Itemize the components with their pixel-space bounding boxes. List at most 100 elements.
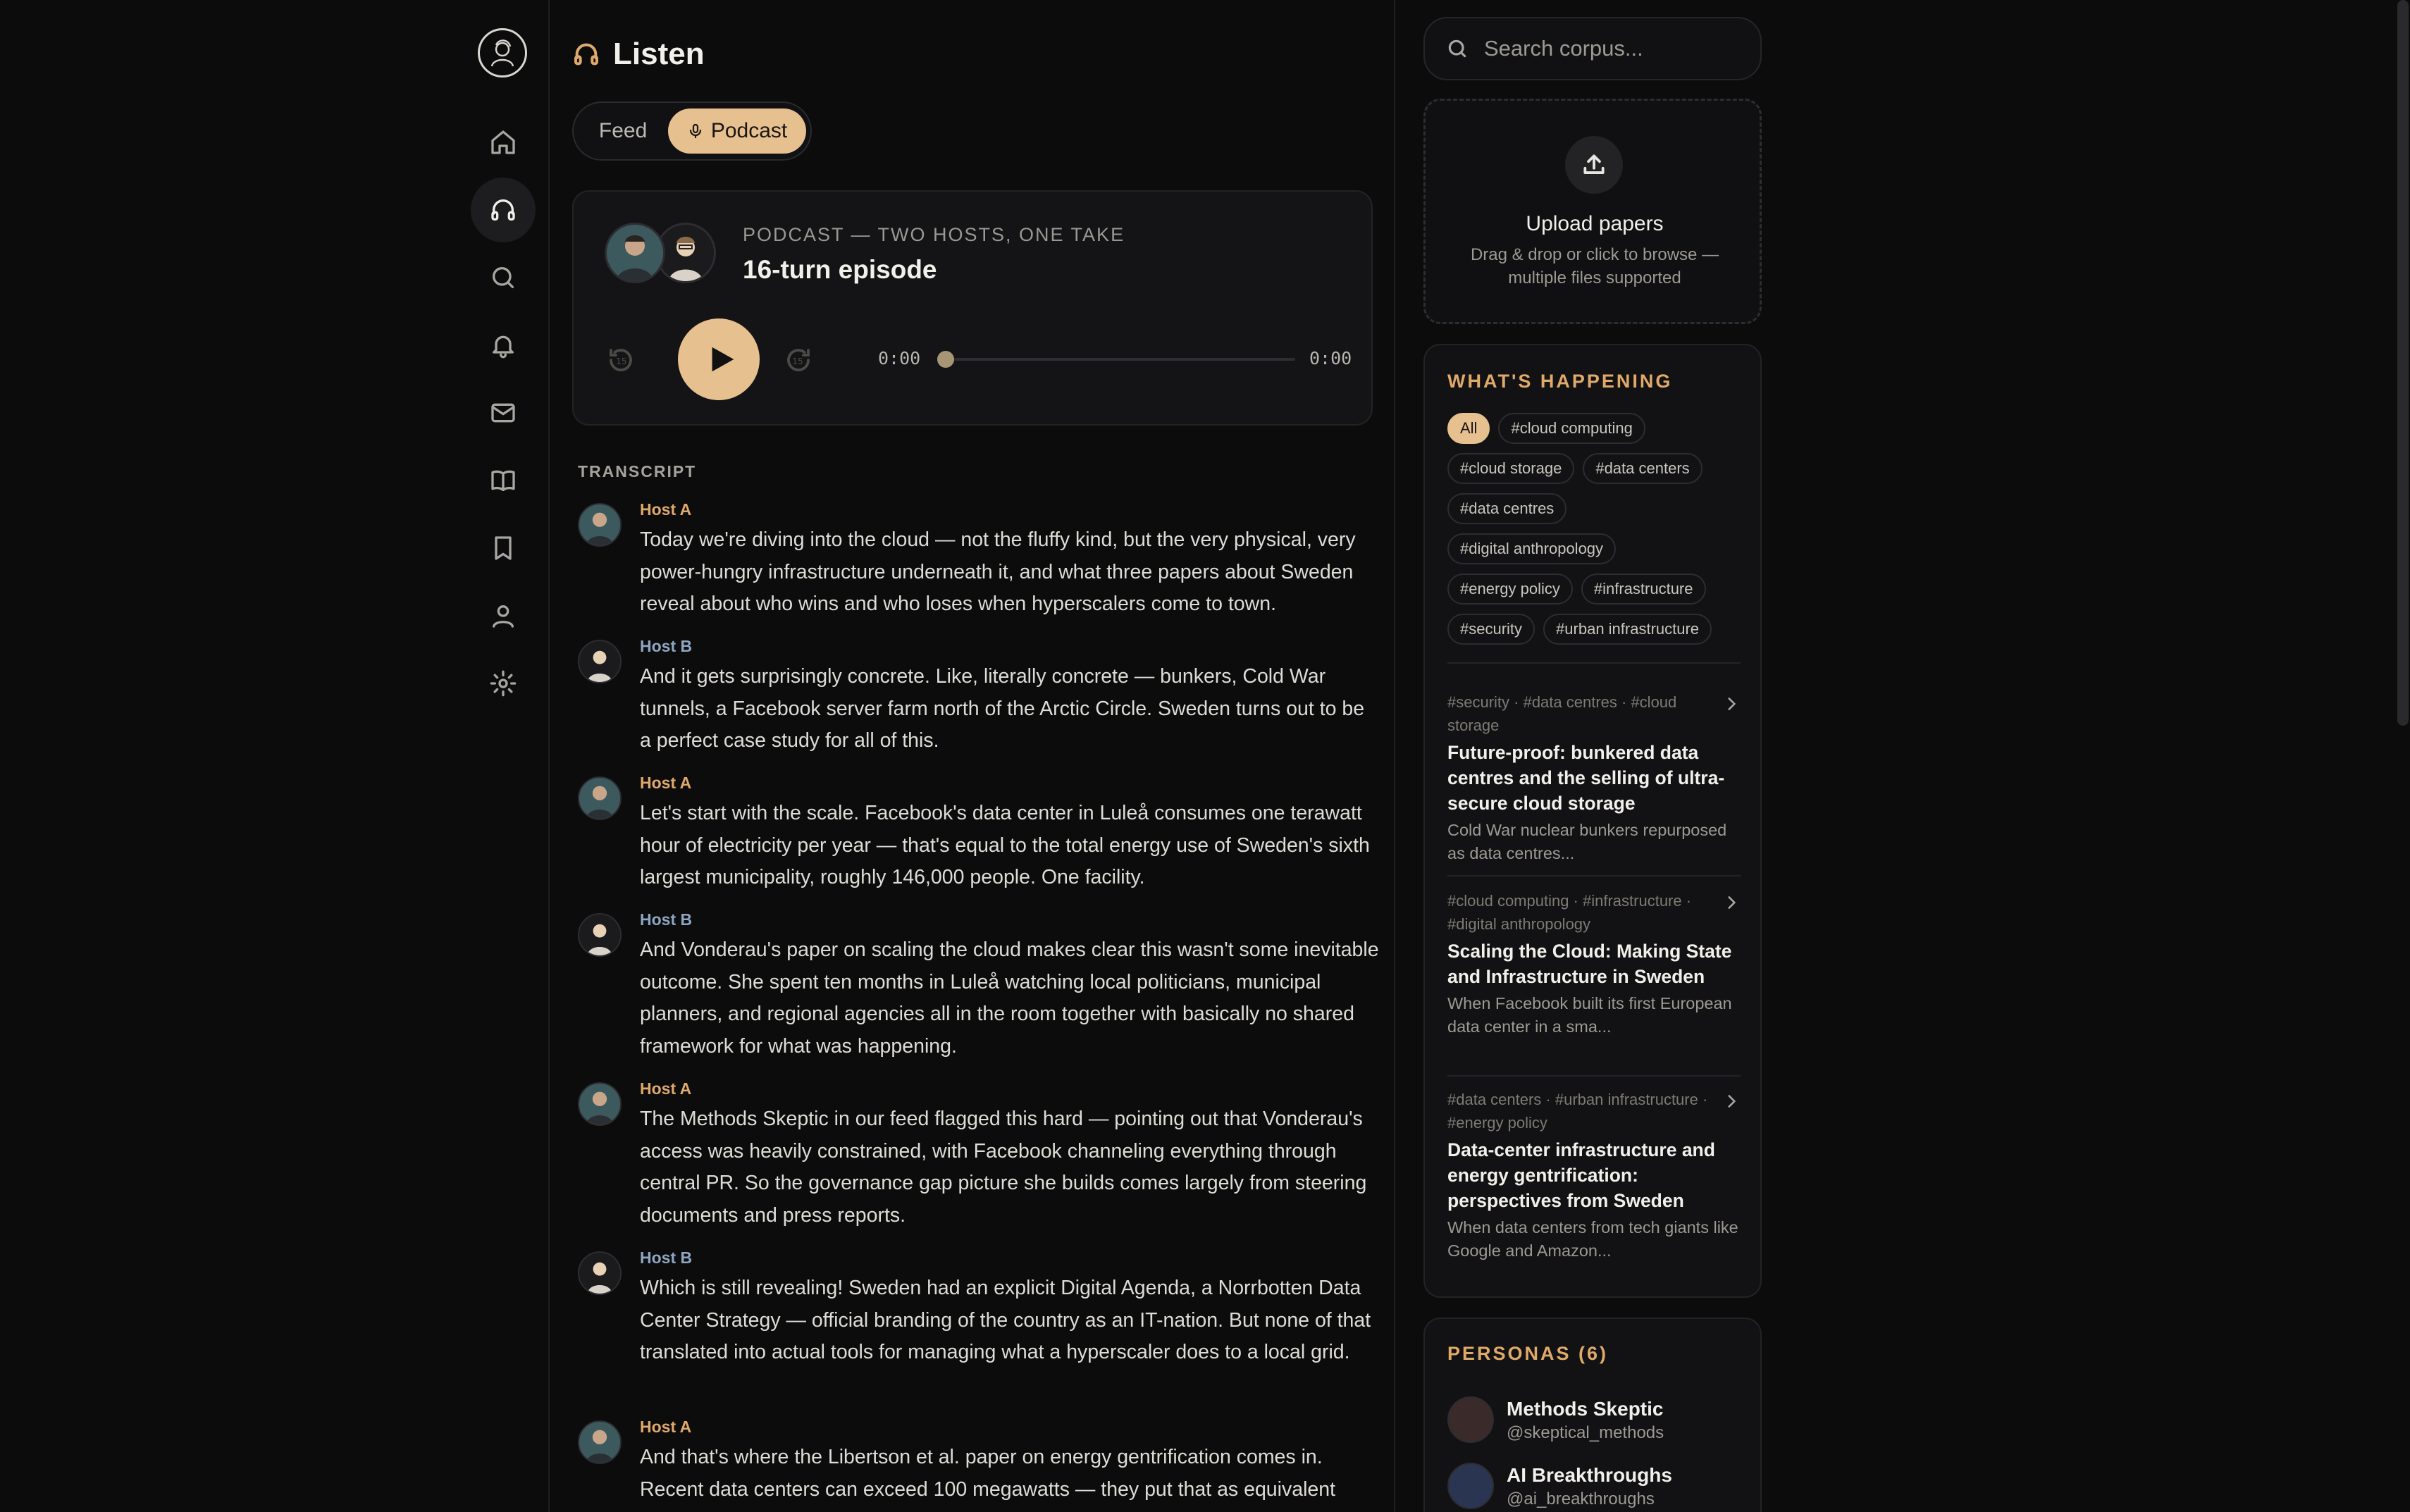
search-icon xyxy=(1448,39,1466,58)
forward-15-button[interactable]: 15 xyxy=(784,345,813,375)
podcast-label: PODCAST — TWO HOSTS, ONE TAKE xyxy=(743,224,1125,245)
host-avatars xyxy=(605,223,724,286)
persona-avatar xyxy=(1447,1463,1494,1509)
host-b-avatar xyxy=(578,913,622,957)
turn-text: Which is still revealing! Sweden had an … xyxy=(640,1277,1371,1363)
persona-item[interactable]: Methods Skeptic @skeptical_methods xyxy=(1447,1396,1743,1446)
story-title: Scaling the Cloud: Making State and Infr… xyxy=(1447,941,1732,987)
gear-icon xyxy=(490,670,517,697)
forward-15-icon: 15 xyxy=(787,349,810,371)
divider xyxy=(1447,875,1741,876)
turn-text: Let's start with the scale. Facebook's d… xyxy=(640,802,1370,888)
chevron-right-icon xyxy=(1728,896,1736,909)
headphones-icon xyxy=(491,199,515,221)
speaker-name: Host B xyxy=(640,1248,693,1267)
left-nav xyxy=(471,0,550,1512)
host-b-avatar xyxy=(578,1251,622,1295)
tag-filter[interactable]: #cloud storage xyxy=(1447,453,1575,484)
tag-row: #energy policy #infrastructure xyxy=(1447,574,1706,605)
nav-search[interactable] xyxy=(471,245,536,310)
podcast-title: 16-turn episode xyxy=(743,255,937,284)
tag-filter[interactable]: #digital anthropology xyxy=(1447,533,1617,564)
play-button[interactable] xyxy=(678,318,760,400)
tag-filter[interactable]: #urban infrastructure xyxy=(1543,614,1712,645)
story-item[interactable]: #cloud computing · #infrastructure · #di… xyxy=(1447,889,1741,1039)
turn-text: And Vonderau's paper on scaling the clou… xyxy=(640,938,1379,1058)
speaker-name: Host B xyxy=(640,637,693,655)
tag-filter[interactable]: #cloud computing xyxy=(1498,413,1645,444)
host-a-avatar xyxy=(578,1082,622,1126)
progress-thumb[interactable] xyxy=(937,351,954,368)
host-a-avatar xyxy=(578,776,622,820)
app-logo[interactable] xyxy=(478,28,527,78)
tag-filter-all[interactable]: All xyxy=(1447,413,1490,444)
transcript-label: TRANSCRIPT xyxy=(578,462,697,481)
user-icon xyxy=(493,605,514,628)
tag-filter[interactable]: #data centers xyxy=(1583,453,1703,484)
host-b-avatar xyxy=(578,640,622,683)
rewind-15-button[interactable]: 15 xyxy=(606,345,636,375)
upload-icon xyxy=(1583,154,1605,174)
story-tags: #data centers · #urban infrastructure · … xyxy=(1447,1091,1708,1132)
personas-panel: PERSONAS (6) Methods Skeptic @skeptical_… xyxy=(1423,1318,1762,1512)
nav-settings[interactable] xyxy=(471,651,536,716)
speaker-name: Host A xyxy=(640,1418,692,1436)
svg-text:15: 15 xyxy=(792,357,803,366)
story-tags: #security · #data centres · #cloud stora… xyxy=(1447,693,1677,734)
nav-profile[interactable] xyxy=(471,583,536,648)
bookmark-icon xyxy=(495,536,512,560)
nav-notifications[interactable] xyxy=(471,313,536,378)
upload-dropzone[interactable]: Upload papers Drag & drop or click to br… xyxy=(1423,99,1762,324)
story-item[interactable]: #security · #data centres · #cloud stora… xyxy=(1447,690,1741,865)
speaker-name: Host A xyxy=(640,774,692,792)
progress-track[interactable] xyxy=(937,351,1295,368)
story-title: Future-proof: bunkered data centres and … xyxy=(1447,742,1725,814)
story-description: When Facebook built its first European d… xyxy=(1447,994,1732,1036)
nav-library[interactable] xyxy=(471,448,536,513)
bell-icon xyxy=(493,335,514,359)
view-tabs: Feed Podcast xyxy=(572,101,812,161)
home-icon xyxy=(491,130,515,154)
right-sidebar: Upload papers Drag & drop or click to br… xyxy=(1423,0,1762,1512)
speaker-name: Host A xyxy=(640,1079,692,1098)
tag-filter[interactable]: #security xyxy=(1447,614,1535,645)
tab-feed[interactable]: Feed xyxy=(578,109,668,154)
tag-row: #security #urban infrastructure xyxy=(1447,614,1712,645)
upload-description: Drag & drop or click to browse — multipl… xyxy=(1470,245,1719,287)
page-scrollbar[interactable] xyxy=(2397,0,2409,726)
tag-filter[interactable]: #data centres xyxy=(1447,493,1567,524)
persona-handle: @skeptical_methods xyxy=(1507,1423,1664,1442)
tab-podcast-label: Podcast xyxy=(710,119,788,142)
nav-listen[interactable] xyxy=(471,178,536,242)
persona-avatar xyxy=(1447,1396,1494,1443)
tab-podcast[interactable]: Podcast xyxy=(668,109,806,154)
svg-text:15: 15 xyxy=(616,357,627,366)
nav-messages[interactable] xyxy=(471,380,536,445)
turn-text: And it gets surprisingly concrete. Like,… xyxy=(640,665,1365,752)
story-description: When data centers from tech giants like … xyxy=(1447,1218,1738,1260)
story-title: Data-center infrastructure and energy ge… xyxy=(1447,1139,1715,1211)
divider xyxy=(1447,1075,1741,1077)
page-title: Listen xyxy=(572,37,705,72)
story-item[interactable]: #data centers · #urban infrastructure · … xyxy=(1447,1088,1741,1263)
divider xyxy=(1447,662,1741,664)
search-input[interactable] xyxy=(1484,36,1738,61)
mail-icon xyxy=(491,403,515,423)
corpus-search xyxy=(1423,17,1762,80)
tag-filter[interactable]: #infrastructure xyxy=(1581,574,1706,605)
chevron-right-icon xyxy=(1728,698,1736,710)
tag-filter[interactable]: #energy policy xyxy=(1447,574,1573,605)
headphones-icon xyxy=(574,43,598,66)
play-icon xyxy=(712,347,734,372)
chevron-right-icon xyxy=(1728,1095,1736,1108)
nav-bookmarks[interactable] xyxy=(471,516,536,581)
main-column: Listen Feed Podcast PODCAST — TWO HOSTS,… xyxy=(550,0,1395,1512)
podcast-player-card: PODCAST — TWO HOSTS, ONE TAKE 16-turn ep… xyxy=(572,190,1373,426)
portrait-logo-icon xyxy=(490,39,514,67)
tag-row: #digital anthropology xyxy=(1447,533,1617,564)
nav-home[interactable] xyxy=(471,110,536,175)
persona-name: AI Breakthroughs xyxy=(1507,1464,1672,1486)
story-description: Cold War nuclear bunkers repurposed as d… xyxy=(1447,821,1727,862)
upload-title: Upload papers xyxy=(1526,212,1664,235)
persona-item[interactable]: AI Breakthroughs @ai_breakthroughs xyxy=(1447,1463,1743,1512)
